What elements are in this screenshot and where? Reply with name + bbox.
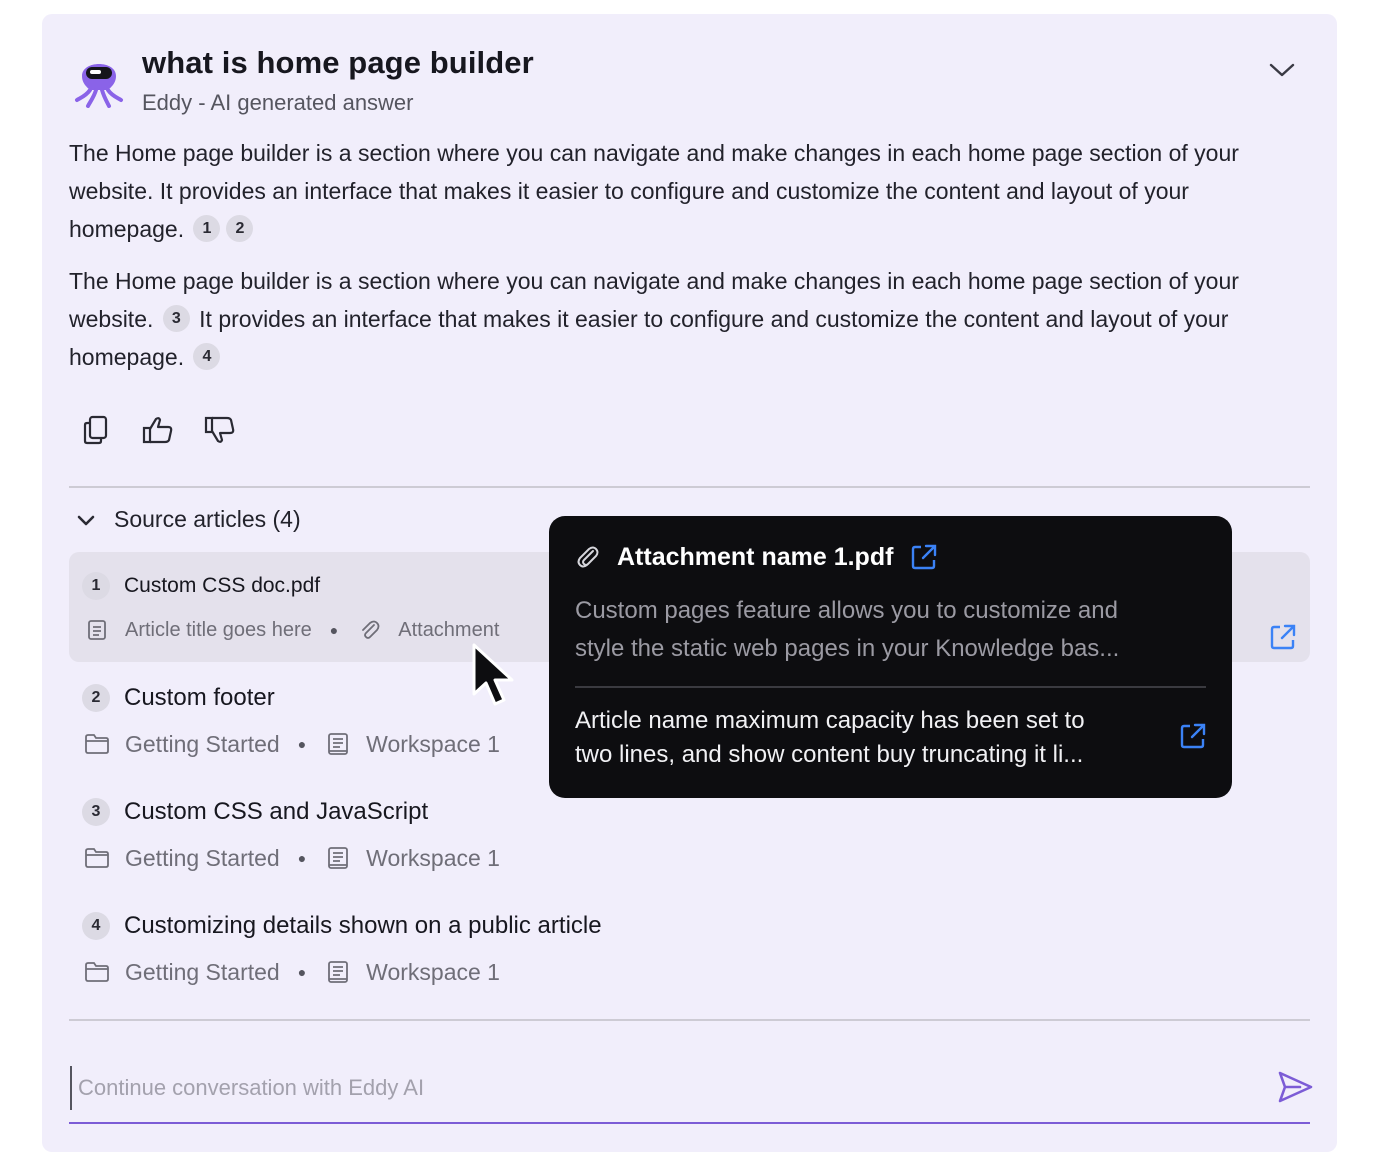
tooltip-article-link[interactable]: Article name maximum capacity has been s… [575,704,1175,772]
source-article-title: Custom footer [124,684,275,711]
separator-dot: ● [297,964,307,980]
chevron-down-icon [1269,63,1295,77]
book-icon [324,730,352,758]
article-title-label: Article title goes here [125,618,312,641]
source-number-badge: 2 [82,684,110,712]
divider [69,486,1310,488]
separator-dot: ● [297,736,307,752]
tooltip-article-line: Article name maximum capacity has been s… [575,707,1085,734]
copy-icon [83,415,108,445]
attachment-link[interactable]: Attachment [398,619,499,642]
answer-text: It provides an interface that makes it e… [69,306,1229,370]
document-icon [83,616,111,644]
source-article-title: Custom CSS and JavaScript [124,798,429,825]
folder-icon [83,958,111,986]
chevron-down-icon [77,515,95,525]
source-article-item[interactable]: 3 Custom CSS and JavaScript Getting Star… [69,794,1310,884]
tooltip-header: Attachment name 1.pdf [575,542,939,572]
citation-badge[interactable]: 2 [226,215,254,243]
tooltip-description-line: style the static web pages in your Knowl… [575,635,1120,662]
paperclip-icon [577,546,599,568]
tooltip-description: Custom pages feature allows you to custo… [575,592,1215,668]
answer-paragraph: The Home page builder is a section where… [69,262,1309,376]
divider [69,1019,1310,1021]
thumbs-up-icon [142,417,173,444]
category-label: Getting Started [125,844,280,871]
mouse-cursor-icon [472,643,514,706]
answer-paragraph: The Home page builder is a section where… [69,134,1309,248]
send-icon[interactable] [1276,1068,1314,1106]
source-article-meta: Article title goes here ● Attachment [83,616,499,644]
external-link-icon[interactable] [1178,721,1208,751]
answer-actions [78,410,238,450]
book-icon [324,958,352,986]
tooltip-article-line: two lines, and show content buy truncati… [575,741,1084,768]
separator-dot: ● [297,850,307,866]
source-number-badge: 4 [82,912,110,940]
source-article-header: 4 Customizing details shown on a public … [82,912,602,940]
thumbs-down-button[interactable] [202,410,238,450]
external-link-icon[interactable] [1268,622,1298,652]
source-article-header: 1 Custom CSS doc.pdf [82,572,320,600]
copy-button[interactable] [78,410,114,450]
source-number-badge: 1 [82,572,110,600]
source-article-meta: Getting Started ● Workspace 1 [83,844,500,872]
citation-badge[interactable]: 3 [162,305,190,333]
source-article-title: Custom CSS doc.pdf [124,574,321,597]
citation-badge[interactable]: 4 [193,343,221,371]
folder-icon [83,844,111,872]
source-article-meta: Getting Started ● Workspace 1 [83,958,500,986]
source-article-header: 2 Custom footer [82,684,275,712]
source-articles-title: Source articles (4) [114,506,301,532]
answer-source-label: Eddy - AI generated answer [142,90,414,115]
input-underline [69,1122,1310,1124]
tooltip-description-line: Custom pages feature allows you to custo… [575,597,1118,624]
continue-conversation-input[interactable] [70,1066,1250,1110]
separator-dot: ● [329,622,339,638]
source-number-badge: 3 [82,798,110,826]
source-articles-toggle[interactable]: Source articles (4) [76,506,301,533]
attachment-preview-tooltip: Attachment name 1.pdf Custom pages featu… [549,516,1232,798]
source-article-title: Customizing details shown on a public ar… [124,912,602,939]
tooltip-title: Attachment name 1.pdf [617,542,894,571]
collapse-button[interactable] [1262,52,1302,88]
tooltip-divider [575,686,1206,688]
question-title: what is home page builder [142,45,534,80]
source-article-header: 3 Custom CSS and JavaScript [82,798,428,826]
category-label: Getting Started [125,958,280,985]
source-article-meta: Getting Started ● Workspace 1 [83,730,500,758]
thumbs-down-icon [204,416,235,443]
workspace-label: Workspace 1 [366,730,500,757]
workspace-label: Workspace 1 [366,958,500,985]
citation-badge[interactable]: 1 [193,215,221,243]
thumbs-up-button[interactable] [140,410,176,450]
paperclip-icon [356,616,384,644]
workspace-label: Workspace 1 [366,844,500,871]
folder-icon [83,730,111,758]
source-article-item[interactable]: 4 Customizing details shown on a public … [69,908,1310,998]
category-label: Getting Started [125,730,280,757]
octopus-mascot-icon [75,64,123,108]
external-link-icon[interactable] [909,542,939,572]
book-icon [324,844,352,872]
